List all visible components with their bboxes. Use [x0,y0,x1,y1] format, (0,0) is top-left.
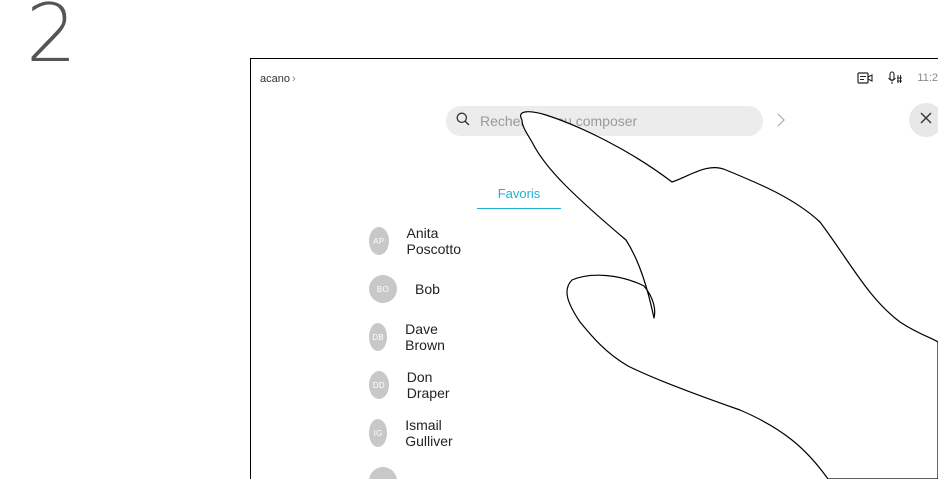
contact-name: Anita Poscotto [406,225,461,257]
avatar: DB [369,323,388,351]
list-item[interactable]: AP Anita Poscotto [369,225,469,257]
avatar: AP [369,227,389,255]
status-bar: 11:2 [857,71,938,85]
close-button[interactable] [909,103,938,137]
search-bar[interactable] [446,106,763,136]
chevron-right-icon: › [291,73,296,85]
contact-name: Ismail Gulliver [405,417,453,449]
status-time: 11:2 [917,72,938,84]
list-item[interactable] [369,467,415,479]
device-screen: acano› 11:2 Favoris Re AP Anita Poscotto [250,58,938,479]
avatar: BO [369,275,397,303]
close-icon [920,111,932,129]
list-item[interactable]: IG Ismail Gulliver [369,417,462,449]
contact-name: Dave Brown [405,321,445,353]
avatar [369,467,397,479]
list-item[interactable]: DD Don Draper [369,369,458,401]
list-item[interactable]: DB Dave Brown [369,321,455,353]
search-icon [456,112,470,131]
list-item[interactable]: BO Bob [369,275,440,303]
video-icon[interactable] [857,71,873,85]
avatar: IG [369,419,388,447]
avatar: DD [369,371,389,399]
tab-favoris[interactable]: Favoris [477,186,561,209]
breadcrumb-label: acano [260,73,290,85]
step-number: 2 [26,0,77,80]
search-input[interactable] [480,113,740,129]
microphone-icon[interactable] [887,71,903,85]
contact-name: Bob [415,281,440,297]
tab-recents[interactable]: Re [578,186,595,201]
contact-name: Don Draper [406,369,450,401]
breadcrumb[interactable]: acano › [260,73,296,85]
chevron-right-icon[interactable] [775,111,787,134]
